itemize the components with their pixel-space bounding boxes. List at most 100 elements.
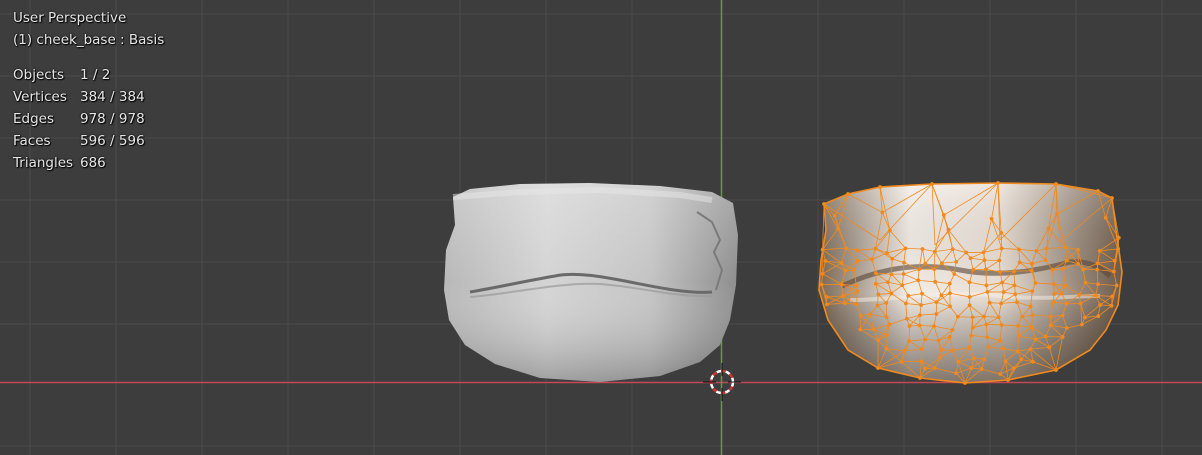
- mesh-vertex: [889, 272, 894, 277]
- stat-faces: Faces 596 / 596: [13, 130, 164, 152]
- mesh-vertex: [876, 292, 881, 297]
- stat-value: 384 / 384: [80, 89, 145, 105]
- mesh-vertex: [1064, 301, 1069, 306]
- stat-label: Vertices: [13, 89, 67, 105]
- mesh-vertex: [880, 210, 885, 215]
- mesh-vertex: [884, 346, 889, 351]
- mesh-vertex: [832, 213, 837, 218]
- mesh-edge: [957, 316, 973, 318]
- mesh-vertex: [1043, 258, 1048, 263]
- mesh-vertex: [1016, 333, 1021, 338]
- mesh-vertex: [1110, 294, 1115, 299]
- mesh-vertex: [999, 301, 1004, 306]
- mesh-vertex: [969, 333, 973, 338]
- mesh-vertex: [1043, 334, 1048, 339]
- stat-value: 978 / 978: [80, 111, 145, 127]
- mesh-vertex: [1015, 323, 1020, 328]
- mesh-vertex: [1048, 323, 1053, 328]
- mesh-vertex: [1028, 304, 1033, 309]
- mesh-vertex: [1001, 346, 1005, 351]
- mesh-vertex: [903, 246, 908, 251]
- mesh-vertex: [970, 315, 975, 320]
- stat-label: Faces: [13, 133, 51, 149]
- mesh-vertex: [932, 324, 936, 329]
- mesh-vertex: [1076, 262, 1081, 266]
- mesh-vertex: [890, 256, 895, 261]
- mesh-vertex: [1029, 268, 1034, 273]
- mesh-vertex: [843, 268, 848, 273]
- mesh-vertex: [876, 338, 881, 343]
- mesh-vertex: [1096, 314, 1101, 319]
- mesh-vertex: [923, 366, 927, 371]
- mesh-vertex: [855, 248, 860, 253]
- mesh-vertex: [1109, 303, 1114, 308]
- mesh-vertex: [1112, 258, 1117, 263]
- mesh-vertex: [1093, 293, 1098, 298]
- mesh-vertex: [1083, 280, 1088, 285]
- mesh-vertex: [984, 322, 989, 327]
- mesh-vertex: [999, 246, 1004, 251]
- mesh-vertex: [902, 260, 906, 265]
- mesh-vertex: [1030, 313, 1035, 317]
- mesh-vertex: [967, 295, 972, 299]
- mesh-vertex: [1028, 347, 1033, 351]
- mesh-vertex: [858, 313, 863, 318]
- mesh-vertex: [964, 250, 969, 255]
- mesh-vertex: [919, 359, 924, 364]
- mesh-vertex: [934, 312, 939, 316]
- mesh-vertex: [1061, 267, 1065, 271]
- mesh-vertex: [1081, 267, 1086, 272]
- mesh-vertex: [1013, 292, 1018, 297]
- mesh-vertex: [1114, 283, 1119, 288]
- mesh-vertex: [1033, 337, 1038, 342]
- mesh-vertex: [932, 366, 937, 370]
- mesh-vertex: [936, 338, 941, 343]
- object-info: (1) cheek_base : Basis: [13, 32, 165, 48]
- mesh-vertex: [874, 281, 878, 286]
- mesh-vertex: [947, 281, 952, 286]
- mesh-vertex: [839, 282, 844, 287]
- mesh-vertex: [855, 258, 860, 263]
- stat-vertices: Vertices 384 / 384: [13, 86, 164, 108]
- stat-edges: Edges 978 / 978: [13, 108, 164, 130]
- mesh-vertex: [855, 289, 860, 294]
- mesh-vertex: [1095, 267, 1100, 272]
- 3d-viewport[interactable]: User Perspective (1) cheek_base : Basis …: [0, 0, 1202, 455]
- mesh-vertex: [985, 290, 990, 294]
- mesh-vertex: [1034, 249, 1039, 253]
- mesh-vertex: [984, 283, 989, 288]
- mesh-edge: [973, 268, 986, 271]
- stat-value: 1 / 2: [80, 67, 111, 83]
- mesh-vertex: [947, 334, 952, 339]
- mesh-vertex: [1064, 258, 1069, 263]
- mesh-vertex: [889, 291, 894, 296]
- mesh-vertex: [1096, 282, 1100, 287]
- mesh-vertex: [851, 268, 856, 272]
- mesh-vertex: [967, 303, 972, 308]
- mesh-vertex: [1001, 290, 1006, 294]
- mesh-vertex: [1012, 283, 1017, 288]
- mesh-edge: [1000, 232, 1003, 249]
- mesh-vertex: [1077, 293, 1082, 297]
- mesh-vertex: [1052, 292, 1057, 296]
- mesh-vertex: [941, 213, 946, 217]
- mesh-vertex: [1103, 215, 1108, 220]
- mesh-vertex: [1017, 260, 1022, 265]
- mesh-vertex: [824, 295, 829, 299]
- mesh-vertex: [939, 348, 944, 352]
- mesh-vertex: [998, 270, 1002, 274]
- mesh-vertex: [950, 327, 955, 332]
- mesh-vertex: [868, 312, 873, 317]
- mesh-vertex: [886, 280, 890, 285]
- mesh-vertex: [1044, 246, 1049, 251]
- mesh-vertex: [1050, 267, 1055, 272]
- mesh-vertex: [1111, 269, 1116, 274]
- mesh-vertex: [900, 283, 905, 288]
- mesh-vertex: [982, 314, 986, 319]
- stat-objects: Objects 1 / 2: [13, 64, 164, 86]
- mesh-vertex: [1051, 300, 1056, 305]
- mesh-vertex: [919, 347, 924, 351]
- mesh-vertex: [1000, 280, 1005, 285]
- mesh-vertex: [1063, 283, 1068, 288]
- mesh-vertex: [854, 283, 859, 288]
